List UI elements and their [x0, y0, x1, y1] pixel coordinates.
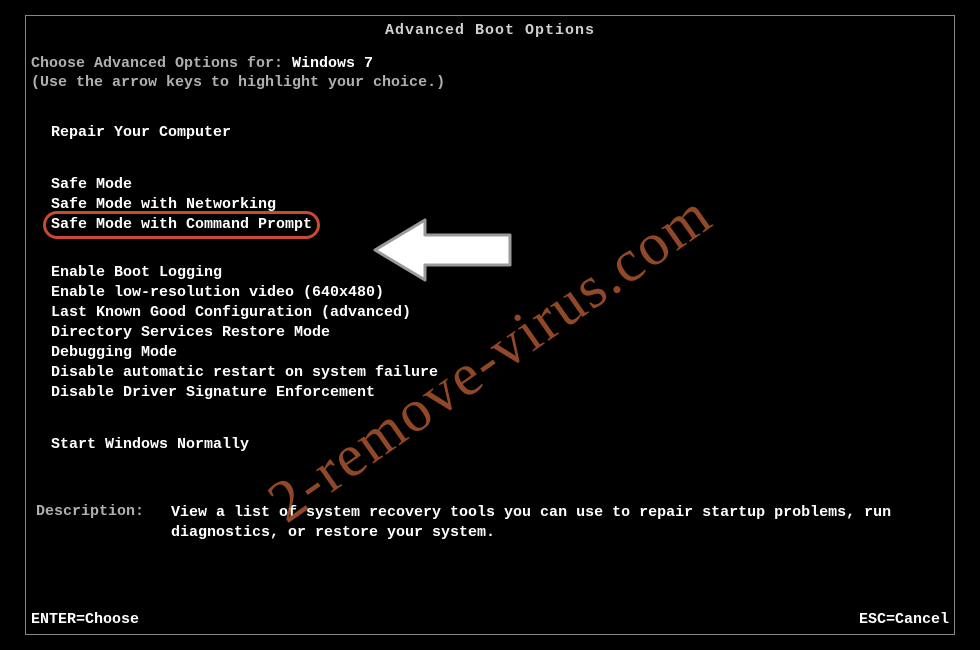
screen-title: Advanced Boot Options: [26, 16, 954, 45]
option-disable-driver-signature[interactable]: Disable Driver Signature Enforcement: [51, 383, 949, 403]
option-directory-services-restore[interactable]: Directory Services Restore Mode: [51, 323, 949, 343]
option-low-res-video[interactable]: Enable low-resolution video (640x480): [51, 283, 949, 303]
choose-prompt: Choose Advanced Options for: Windows 7: [31, 55, 949, 72]
content-area: Choose Advanced Options for: Windows 7 (…: [26, 45, 954, 543]
option-repair-your-computer[interactable]: Repair Your Computer: [51, 123, 949, 143]
footer-esc-cancel: ESC=Cancel: [859, 611, 949, 628]
option-group-advanced: Enable Boot Logging Enable low-resolutio…: [51, 263, 949, 403]
option-start-windows-normally[interactable]: Start Windows Normally: [51, 435, 949, 455]
description-block: Description: View a list of system recov…: [36, 503, 949, 543]
option-safe-mode[interactable]: Safe Mode: [51, 175, 949, 195]
option-enable-boot-logging[interactable]: Enable Boot Logging: [51, 263, 949, 283]
option-group-safemode: Safe Mode Safe Mode with Networking Safe…: [51, 175, 949, 235]
arrow-keys-hint: (Use the arrow keys to highlight your ch…: [31, 74, 949, 91]
prompt-prefix: Choose Advanced Options for:: [31, 55, 292, 72]
footer-bar: ENTER=Choose ESC=Cancel: [31, 611, 949, 628]
description-text: View a list of system recovery tools you…: [171, 503, 949, 543]
option-last-known-good[interactable]: Last Known Good Configuration (advanced): [51, 303, 949, 323]
os-name: Windows 7: [292, 55, 373, 72]
highlighted-option-wrap: Safe Mode with Command Prompt: [51, 215, 312, 235]
option-safe-mode-command-prompt[interactable]: Safe Mode with Command Prompt: [51, 215, 312, 235]
option-safe-mode-networking[interactable]: Safe Mode with Networking: [51, 195, 949, 215]
footer-enter-choose: ENTER=Choose: [31, 611, 139, 628]
option-group-normal: Start Windows Normally: [51, 435, 949, 455]
description-label: Description:: [36, 503, 171, 543]
boot-options-screen: Advanced Boot Options Choose Advanced Op…: [25, 15, 955, 635]
option-debugging-mode[interactable]: Debugging Mode: [51, 343, 949, 363]
option-group-repair: Repair Your Computer: [51, 123, 949, 143]
option-disable-auto-restart[interactable]: Disable automatic restart on system fail…: [51, 363, 949, 383]
